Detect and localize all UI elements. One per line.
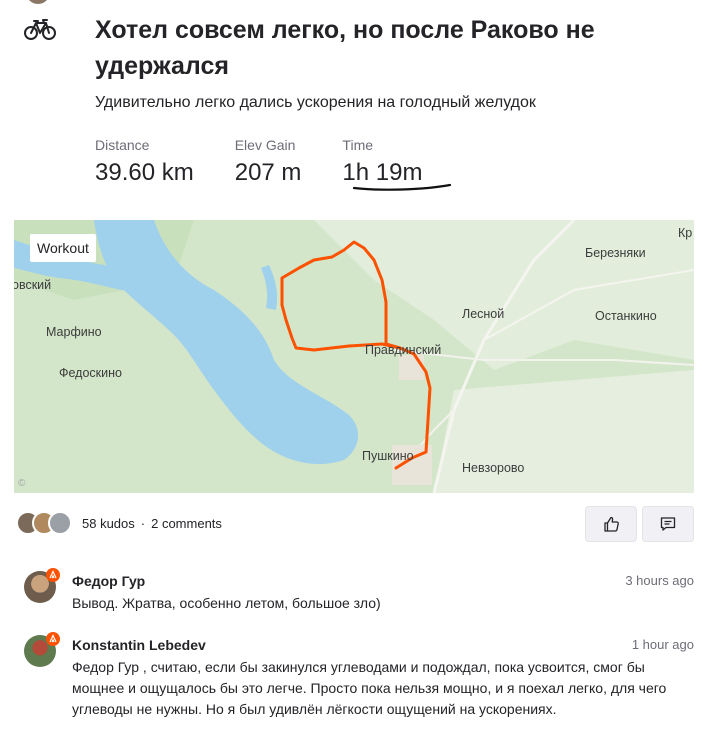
map-place-label: Пушкино <box>362 449 414 463</box>
stat-label: Distance <box>95 137 150 153</box>
map-place-label: Федоскино <box>59 366 122 380</box>
comment-body: Konstantin Lebedev 1 hour ago Федор Гур … <box>72 635 694 720</box>
map-place-label: Останкино <box>595 309 657 323</box>
comment-author[interactable]: Федор Гур <box>72 571 694 591</box>
comment-text: Вывод. Жратва, особенно летом, большое з… <box>72 595 381 611</box>
map-place-label: Лесной <box>462 307 505 321</box>
stat-label: Elev Gain <box>234 137 296 153</box>
map-place-label: Правдинский <box>365 343 442 357</box>
map-place-label: овский <box>14 278 52 292</box>
map-place-label: Березняки <box>585 246 646 260</box>
add-comment-button[interactable] <box>642 506 694 542</box>
map-place-label: Кр <box>678 226 693 240</box>
comments-count[interactable]: 2 comments <box>151 516 222 531</box>
strava-badge-icon <box>46 632 60 646</box>
stat-value: 39.60 km <box>95 159 194 186</box>
map-canvas <box>14 220 694 493</box>
kudos-count[interactable]: 58 kudos <box>82 516 135 531</box>
kudos-summary: 58 kudos · 2 comments <box>82 516 222 531</box>
stat-time: Time 1h 19m <box>342 137 422 187</box>
activity-description: Удивительно легко дались ускорения на го… <box>95 94 536 111</box>
owner-avatar[interactable] <box>26 0 50 4</box>
map-attribution: © <box>18 478 26 489</box>
bike-icon <box>24 19 56 40</box>
comment-item: Konstantin Lebedev 1 hour ago Федор Гур … <box>24 632 694 725</box>
comment-icon <box>660 517 676 531</box>
map-workout-badge: Workout <box>30 234 96 262</box>
comment-item: Федор Гур 3 hours ago Вывод. Жратва, осо… <box>24 568 694 614</box>
handdrawn-underline <box>352 183 452 191</box>
stat-distance: Distance 39.60 km <box>95 137 194 187</box>
stat-value: 207 m <box>234 159 302 186</box>
separator-dot: · <box>140 515 146 531</box>
strava-badge-icon <box>46 568 60 582</box>
give-kudos-button[interactable] <box>585 506 637 542</box>
stat-label: Time <box>342 137 374 153</box>
map-place-label: Марфино <box>46 325 102 339</box>
activity-stats: Distance 39.60 km Elev Gain 207 m Time 1… <box>95 137 463 187</box>
activity-title: Хотел совсем легко, но после Раково не у… <box>95 16 595 80</box>
comment-body: Федор Гур 3 hours ago Вывод. Жратва, осо… <box>72 571 694 614</box>
thumbs-up-icon <box>604 516 619 532</box>
avatar[interactable] <box>48 511 72 535</box>
comment-author[interactable]: Konstantin Lebedev <box>72 635 694 655</box>
kudos-row[interactable]: 58 kudos · 2 comments <box>16 511 222 535</box>
route-map[interactable]: Workout Кр Березняки овский Лесной Остан… <box>14 220 694 493</box>
comment-text: Федор Гур , считаю, если бы закинулся уг… <box>72 659 667 717</box>
comment-time: 3 hours ago <box>625 573 694 588</box>
comment-time: 1 hour ago <box>631 637 694 652</box>
avatar[interactable] <box>24 632 60 667</box>
stat-elev-gain: Elev Gain 207 m <box>235 137 302 187</box>
avatar[interactable] <box>24 568 60 603</box>
map-place-label: Невзорово <box>462 461 525 475</box>
